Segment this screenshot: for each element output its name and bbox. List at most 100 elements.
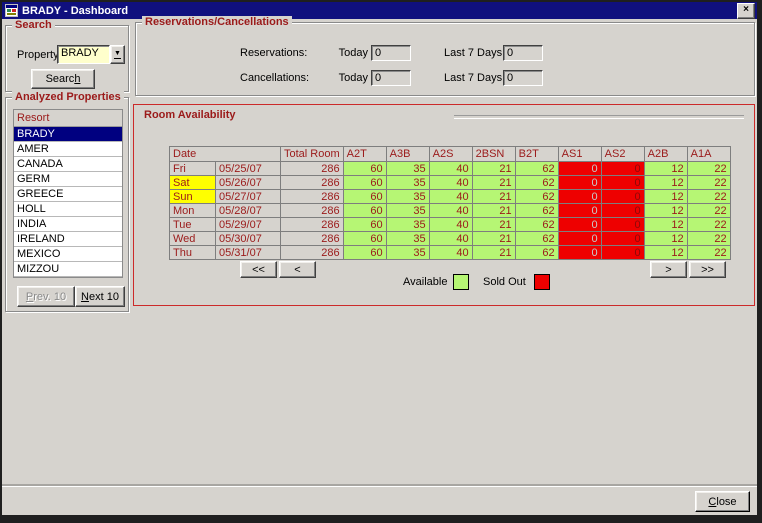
value-cell-a1a: 22 bbox=[686, 175, 731, 190]
value-cell-a1a: 22 bbox=[686, 189, 731, 204]
last-page-button[interactable]: >> bbox=[689, 261, 726, 278]
column-header-as2: AS2 bbox=[600, 146, 645, 162]
last7-value-field[interactable]: 0 bbox=[503, 45, 543, 61]
list-item-india[interactable]: INDIA bbox=[14, 217, 122, 232]
value-cell-as1: 0 bbox=[557, 161, 602, 176]
value-cell-a2t: 60 bbox=[342, 161, 387, 176]
value-cell-as2: 0 bbox=[600, 175, 645, 190]
legend-available-swatch bbox=[453, 274, 469, 290]
next-page-button[interactable]: > bbox=[650, 261, 687, 278]
value-cell-as2: 0 bbox=[600, 217, 645, 232]
value-cell-a2t: 60 bbox=[342, 203, 387, 218]
today-value-field[interactable]: 0 bbox=[371, 45, 411, 61]
value-cell-a2t: 60 bbox=[342, 245, 387, 260]
today-value-field[interactable]: 0 bbox=[371, 70, 411, 86]
list-item-mexico[interactable]: MEXICO bbox=[14, 247, 122, 262]
property-combobox[interactable]: BRADY bbox=[57, 45, 110, 64]
value-cell-2bsn: 21 bbox=[471, 217, 516, 232]
titlebar-close-button[interactable]: × bbox=[737, 2, 755, 19]
room-availability-panel: Room Availability Date Total Room A2T A3B A2… bbox=[133, 104, 755, 306]
list-item-canada[interactable]: CANADA bbox=[14, 157, 122, 172]
resort-list-body: BRADY AMER CANADA GERM GREECE HOLL INDIA IRELAN… bbox=[14, 127, 122, 277]
value-cell-a3b: 35 bbox=[385, 245, 430, 260]
next-10-button[interactable]: Next 10 bbox=[75, 286, 125, 307]
search-button[interactable]: Search bbox=[31, 69, 95, 89]
value-cell-b2t: 62 bbox=[514, 245, 559, 260]
list-item-brady[interactable]: BRADY bbox=[14, 127, 122, 142]
column-header-total-room: Total Room bbox=[280, 146, 344, 162]
list-item-holl[interactable]: HOLL bbox=[14, 202, 122, 217]
today-label: Today bbox=[338, 72, 368, 84]
day-cell: Sun bbox=[169, 189, 216, 204]
column-header-a2t: A2T bbox=[342, 146, 387, 162]
value-cell-a2b: 12 bbox=[643, 161, 688, 176]
close-button[interactable]: Close bbox=[695, 491, 750, 512]
value-cell-b2t: 62 bbox=[514, 203, 559, 218]
table-row: Fri 05/25/07 286 60 35 40 21 62 0 0 12 22 bbox=[169, 161, 731, 176]
value-cell-b2t: 62 bbox=[514, 161, 559, 176]
cancellations-row-label: Cancellations: bbox=[240, 72, 310, 84]
day-cell: Tue bbox=[169, 217, 216, 232]
reservations-groupbox: Reservations/Cancellations Reservations:… bbox=[135, 16, 755, 96]
value-cell-2bsn: 21 bbox=[471, 175, 516, 190]
table-row: Thu 05/31/07 286 60 35 40 21 62 0 0 12 22 bbox=[169, 245, 731, 260]
value-cell-a1a: 22 bbox=[686, 203, 731, 218]
value-cell-as2: 0 bbox=[600, 231, 645, 246]
window-title: BRADY - Dashboard bbox=[22, 4, 129, 17]
value-cell-2bsn: 21 bbox=[471, 203, 516, 218]
value-cell-a2b: 12 bbox=[643, 189, 688, 204]
legend-soldout-swatch bbox=[534, 274, 550, 290]
room-availability-table: Date Total Room A2T A3B A2S 2BSN B2T AS1 AS2 A2B A… bbox=[169, 146, 731, 260]
column-header-as1: AS1 bbox=[557, 146, 602, 162]
titlebar: BRADY - Dashboard × bbox=[2, 2, 757, 19]
combo-dropdown-button[interactable]: ▼ bbox=[110, 45, 125, 64]
availability-title-rule bbox=[454, 115, 744, 119]
list-item-mizzou[interactable]: MIZZOU bbox=[14, 262, 122, 277]
day-cell: Wed bbox=[169, 231, 216, 246]
total-room-cell: 286 bbox=[280, 217, 344, 232]
analyzed-group-title: Analyzed Properties bbox=[12, 91, 124, 103]
first-page-button[interactable]: << bbox=[240, 261, 277, 278]
column-header-a3b: A3B bbox=[385, 146, 430, 162]
value-cell-a3b: 35 bbox=[385, 217, 430, 232]
column-header-a2b: A2B bbox=[643, 146, 688, 162]
availability-title: Room Availability bbox=[144, 109, 236, 121]
list-item-greece[interactable]: GREECE bbox=[14, 187, 122, 202]
value-cell-a1a: 22 bbox=[686, 245, 731, 260]
list-item-germ[interactable]: GERM bbox=[14, 172, 122, 187]
legend-available-label: Available bbox=[403, 276, 448, 288]
value-cell-a1a: 22 bbox=[686, 217, 731, 232]
day-cell: Fri bbox=[169, 161, 216, 176]
search-group-title: Search bbox=[12, 19, 55, 31]
date-cell: 05/26/07 bbox=[215, 175, 281, 190]
value-cell-a2b: 12 bbox=[643, 231, 688, 246]
day-cell: Mon bbox=[169, 203, 216, 218]
reservations-row-label: Reservations: bbox=[240, 47, 308, 59]
last7-value-field[interactable]: 0 bbox=[503, 70, 543, 86]
today-value: 0 bbox=[375, 72, 382, 84]
value-cell-2bsn: 21 bbox=[471, 245, 516, 260]
prev-page-button[interactable]: < bbox=[279, 261, 316, 278]
date-cell: 05/31/07 bbox=[215, 245, 281, 260]
last7-value: 0 bbox=[507, 47, 514, 59]
value-cell-b2t: 62 bbox=[514, 231, 559, 246]
value-cell-b2t: 62 bbox=[514, 189, 559, 204]
value-cell-a3b: 35 bbox=[385, 175, 430, 190]
day-cell: Sat bbox=[169, 175, 216, 190]
date-cell: 05/27/07 bbox=[215, 189, 281, 204]
list-item-ireland[interactable]: IRELAND bbox=[14, 232, 122, 247]
footer-bar: Close bbox=[2, 486, 757, 515]
prev-10-button[interactable]: Prev. 10 bbox=[17, 286, 75, 307]
list-item-amer[interactable]: AMER bbox=[14, 142, 122, 157]
value-cell-a2s: 40 bbox=[428, 175, 473, 190]
value-cell-a2b: 12 bbox=[643, 245, 688, 260]
value-cell-2bsn: 21 bbox=[471, 189, 516, 204]
value-cell-as1: 0 bbox=[557, 203, 602, 218]
total-room-cell: 286 bbox=[280, 175, 344, 190]
date-cell: 05/30/07 bbox=[215, 231, 281, 246]
resort-list-header: Resort bbox=[14, 110, 122, 127]
total-room-cell: 286 bbox=[280, 161, 344, 176]
value-cell-a2s: 40 bbox=[428, 245, 473, 260]
resort-list: Resort BRADY AMER CANADA GERM GREECE HOLL INDI… bbox=[13, 109, 123, 278]
column-header-date: Date bbox=[169, 146, 281, 162]
